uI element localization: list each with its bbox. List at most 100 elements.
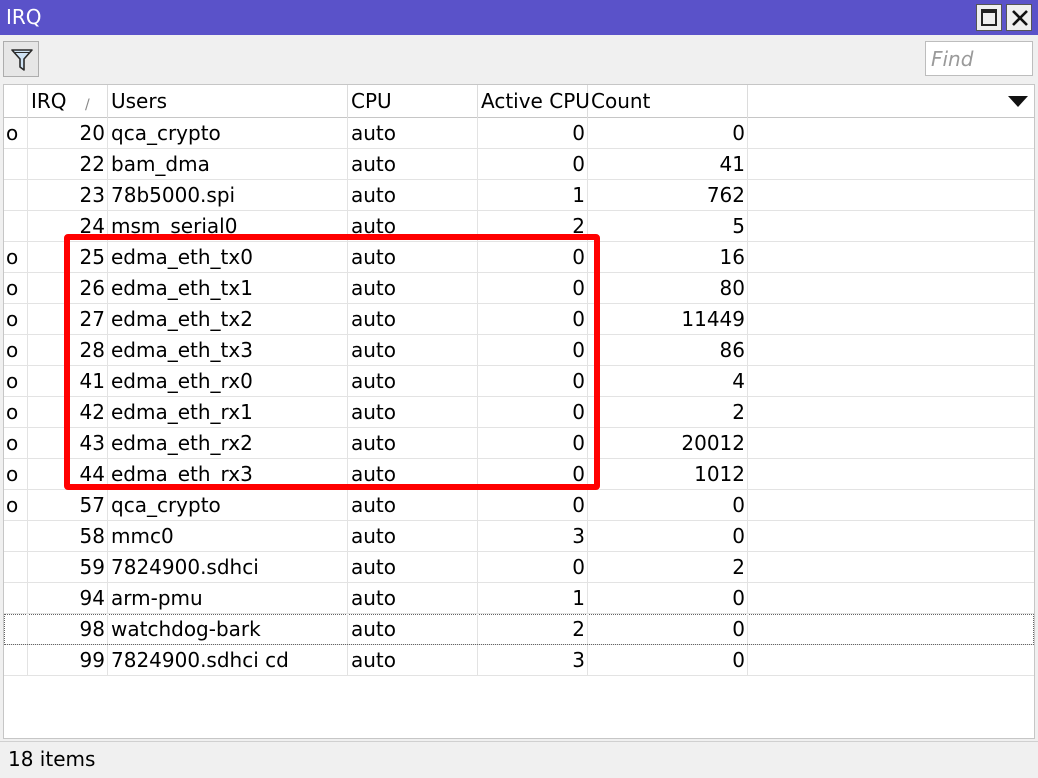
status-bar: 18 items	[0, 741, 1038, 778]
row-users: edma_eth_rx2	[108, 428, 348, 458]
row-users: qca_crypto	[108, 490, 348, 520]
table-row[interactable]: o 57 qca_crypto auto 0 0	[4, 490, 1034, 521]
row-active-cpu: 0	[478, 552, 588, 582]
row-active-cpu: 0	[478, 242, 588, 272]
row-flag: o	[4, 304, 28, 334]
row-count: 20012	[588, 428, 748, 458]
table-row[interactable]: o 27 edma_eth_tx2 auto 0 11449	[4, 304, 1034, 335]
table-row[interactable]: 24 msm_serial0 auto 2 5	[4, 211, 1034, 242]
row-active-cpu: 3	[478, 521, 588, 551]
row-active-cpu: 1	[478, 180, 588, 210]
row-irq: 99	[28, 645, 108, 675]
maximize-button[interactable]	[976, 4, 1002, 31]
row-flag	[4, 521, 28, 551]
table-row[interactable]: o 28 edma_eth_tx3 auto 0 86	[4, 335, 1034, 366]
row-filler	[748, 521, 1034, 551]
row-filler	[748, 552, 1034, 582]
column-menu-icon[interactable]	[1008, 96, 1028, 108]
row-cpu: auto	[348, 366, 478, 396]
header-filler	[748, 85, 1034, 118]
row-count: 0	[588, 490, 748, 520]
row-filler	[748, 614, 1034, 644]
row-active-cpu: 2	[478, 614, 588, 644]
header-active-cpu[interactable]: Active CPU	[478, 85, 590, 118]
row-cpu: auto	[348, 397, 478, 427]
row-cpu: auto	[348, 583, 478, 613]
table-row[interactable]: 58 mmc0 auto 3 0	[4, 521, 1034, 552]
row-irq: 42	[28, 397, 108, 427]
row-irq: 24	[28, 211, 108, 241]
row-count: 0	[588, 521, 748, 551]
row-users: 78b5000.spi	[108, 180, 348, 210]
row-irq: 59	[28, 552, 108, 582]
row-irq: 22	[28, 149, 108, 179]
table-row[interactable]: 94 arm-pmu auto 1 0	[4, 583, 1034, 614]
row-filler	[748, 459, 1034, 489]
row-filler	[748, 242, 1034, 272]
row-cpu: auto	[348, 490, 478, 520]
row-count: 0	[588, 614, 748, 644]
header-count[interactable]: Count	[588, 85, 748, 118]
header-irq[interactable]: IRQ /	[28, 85, 108, 118]
table-row[interactable]: 22 bam_dma auto 0 41	[4, 149, 1034, 180]
row-filler	[748, 645, 1034, 675]
row-irq: 26	[28, 273, 108, 303]
row-count: 80	[588, 273, 748, 303]
row-users: edma_eth_tx2	[108, 304, 348, 334]
row-count: 0	[588, 118, 748, 148]
table-row[interactable]: o 43 edma_eth_rx2 auto 0 20012	[4, 428, 1034, 459]
row-active-cpu: 2	[478, 211, 588, 241]
row-count: 0	[588, 645, 748, 675]
table-row[interactable]: o 25 edma_eth_tx0 auto 0 16	[4, 242, 1034, 273]
row-flag	[4, 180, 28, 210]
row-cpu: auto	[348, 211, 478, 241]
row-flag: o	[4, 273, 28, 303]
filter-button[interactable]	[3, 41, 39, 77]
row-active-cpu: 0	[478, 366, 588, 396]
row-filler	[748, 428, 1034, 458]
row-active-cpu: 0	[478, 149, 588, 179]
row-count: 2	[588, 397, 748, 427]
row-irq: 44	[28, 459, 108, 489]
row-count: 11449	[588, 304, 748, 334]
table-row[interactable]: 59 7824900.sdhci auto 0 2	[4, 552, 1034, 583]
table-row[interactable]: o 20 qca_crypto auto 0 0	[4, 118, 1034, 149]
table-row[interactable]: 98 watchdog-bark auto 2 0	[4, 614, 1034, 645]
row-users: bam_dma	[108, 149, 348, 179]
close-button[interactable]	[1006, 4, 1032, 31]
table-row[interactable]: o 41 edma_eth_rx0 auto 0 4	[4, 366, 1034, 397]
row-count: 1012	[588, 459, 748, 489]
row-filler	[748, 490, 1034, 520]
header-flag-column[interactable]	[4, 85, 28, 118]
row-cpu: auto	[348, 304, 478, 334]
row-filler	[748, 366, 1034, 396]
window-title: IRQ	[6, 5, 42, 29]
header-users[interactable]: Users	[108, 85, 348, 118]
header-cpu[interactable]: CPU	[348, 85, 478, 118]
row-flag: o	[4, 459, 28, 489]
row-active-cpu: 0	[478, 118, 588, 148]
row-users: 7824900.sdhci cd	[108, 645, 348, 675]
row-irq: 25	[28, 242, 108, 272]
row-irq: 41	[28, 366, 108, 396]
table-row[interactable]: o 26 edma_eth_tx1 auto 0 80	[4, 273, 1034, 304]
find-input[interactable]	[925, 41, 1033, 76]
toolbar	[0, 35, 1038, 82]
row-cpu: auto	[348, 242, 478, 272]
table-row[interactable]: o 42 edma_eth_rx1 auto 0 2	[4, 397, 1034, 428]
row-irq: 94	[28, 583, 108, 613]
row-active-cpu: 0	[478, 273, 588, 303]
table-header: IRQ / Users CPU Active CPU Count	[4, 85, 1034, 118]
row-cpu: auto	[348, 614, 478, 644]
items-count: 18 items	[8, 747, 96, 771]
table-row[interactable]: 99 7824900.sdhci cd auto 3 0	[4, 645, 1034, 676]
row-users: edma_eth_rx0	[108, 366, 348, 396]
row-irq: 98	[28, 614, 108, 644]
table-row[interactable]: o 44 edma_eth_rx3 auto 0 1012	[4, 459, 1034, 490]
table-row[interactable]: 23 78b5000.spi auto 1 762	[4, 180, 1034, 211]
maximize-icon	[981, 9, 997, 26]
row-users: edma_eth_tx3	[108, 335, 348, 365]
row-flag: o	[4, 118, 28, 148]
row-cpu: auto	[348, 459, 478, 489]
row-users: edma_eth_rx1	[108, 397, 348, 427]
